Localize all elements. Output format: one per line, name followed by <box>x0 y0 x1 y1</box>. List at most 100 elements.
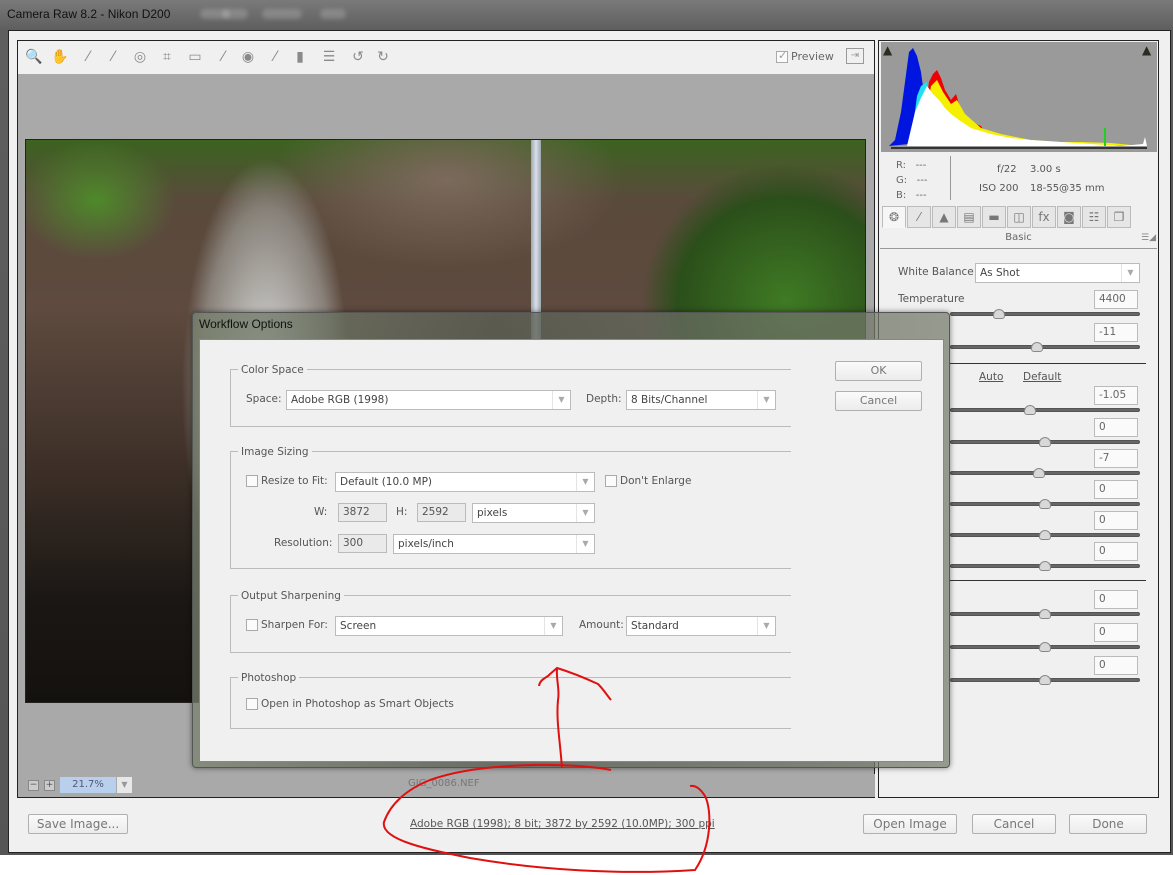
contrast-value-field[interactable]: 0 <box>1094 418 1138 437</box>
height-field[interactable]: 2592 <box>417 503 466 522</box>
sharpen-for-select[interactable]: Screen ▼ <box>335 616 563 636</box>
red-eye-removal-tool-icon[interactable]: ◉ <box>239 48 257 66</box>
clarity-value-field[interactable]: 0 <box>1094 590 1138 609</box>
blacks-slider-thumb[interactable] <box>1039 561 1051 571</box>
exposure-slider-thumb[interactable] <box>1023 405 1036 415</box>
tab-tone-curve[interactable]: ⁄ <box>907 206 931 228</box>
color-sampler-tool-icon[interactable]: ⁄ <box>104 48 122 66</box>
tint-value-field[interactable]: -11 <box>1094 323 1138 342</box>
tab-presets[interactable]: ☷ <box>1082 206 1106 228</box>
chevron-down-icon: ▼ <box>757 391 775 409</box>
highlight-clipping-icon[interactable]: ▲ <box>1142 44 1156 56</box>
default-link[interactable]: Default <box>1023 371 1061 383</box>
exposure-value-field[interactable]: -1.05 <box>1094 386 1138 405</box>
tab-hsl-grayscale[interactable]: ▤ <box>957 206 981 228</box>
whites-slider-thumb[interactable] <box>1039 530 1051 540</box>
chevron-down-icon: ▼ <box>757 617 775 635</box>
tab-detail[interactable]: ▲ <box>932 206 956 228</box>
temperature-value-field[interactable]: 4400 <box>1094 290 1138 309</box>
hand-tool-icon[interactable]: ✋ <box>51 48 69 66</box>
zoom-dropdown-icon[interactable]: ▼ <box>117 777 132 793</box>
shutter-speed: 3.00 s <box>1030 164 1061 175</box>
adjustment-brush-tool-icon[interactable]: ⁄ <box>266 48 284 66</box>
dont-enlarge-checkbox[interactable] <box>605 475 617 487</box>
g-value: --- <box>916 175 928 186</box>
targeted-adjustment-tool-icon[interactable]: ◎ <box>131 48 149 66</box>
preview-checkbox[interactable] <box>776 49 788 63</box>
chevron-down-icon: ▼ <box>544 617 562 635</box>
panel-tabs: ❂ ⁄ ▲ ▤ ▬ ◫ fx ◙ ☷ ❐ <box>882 206 1152 230</box>
preferences-tool-icon[interactable]: ☰ <box>320 48 338 66</box>
tint-slider-thumb[interactable] <box>1031 342 1044 352</box>
amount-label: Amount: <box>579 619 624 631</box>
shadows-value-field[interactable]: 0 <box>1094 480 1138 499</box>
fullscreen-toggle-icon[interactable]: ⇥ <box>846 48 864 64</box>
workflow-options-link[interactable]: Adobe RGB (1998); 8 bit; 3872 by 2592 (1… <box>410 818 715 830</box>
tab-basic[interactable]: ❂ <box>882 206 906 228</box>
dont-enlarge-label: Don't Enlarge <box>620 475 692 487</box>
vibrance-slider-thumb[interactable] <box>1039 642 1051 652</box>
width-label: W: <box>314 506 328 518</box>
saturation-value-field[interactable]: 0 <box>1094 656 1138 675</box>
rgb-readout: R: --- G: --- B: --- <box>896 158 928 203</box>
white-balance-label: White Balance: <box>898 266 978 278</box>
zoom-level[interactable]: 21.7% <box>60 777 116 793</box>
size-units-select[interactable]: pixels ▼ <box>472 503 595 523</box>
contrast-slider-thumb[interactable] <box>1039 437 1051 447</box>
smart-objects-checkbox[interactable] <box>246 698 258 710</box>
tab-snapshots[interactable]: ❐ <box>1107 206 1131 228</box>
r-value: --- <box>915 160 927 171</box>
chevron-down-icon: ▼ <box>576 504 594 522</box>
dialog-cancel-button[interactable]: Cancel <box>835 391 922 411</box>
shadow-clipping-icon[interactable]: ▲ <box>883 44 897 56</box>
clarity-slider-thumb[interactable] <box>1039 609 1051 619</box>
cancel-button[interactable]: Cancel <box>972 814 1056 834</box>
vibrance-value-field[interactable]: 0 <box>1094 623 1138 642</box>
tab-split-toning[interactable]: ▬ <box>982 206 1006 228</box>
ok-button[interactable]: OK <box>835 361 922 381</box>
tint-slider[interactable] <box>950 345 1140 349</box>
zoom-out-button[interactable]: − <box>28 780 39 791</box>
temperature-slider[interactable] <box>950 312 1140 316</box>
sharpen-for-checkbox[interactable] <box>246 619 258 631</box>
resolution-field[interactable]: 300 <box>338 534 387 553</box>
panel-menu-icon[interactable]: ☰◢ <box>1141 233 1156 243</box>
space-select[interactable]: Adobe RGB (1998) ▼ <box>286 390 571 410</box>
exposure-slider[interactable] <box>950 408 1140 412</box>
shadows-slider-thumb[interactable] <box>1039 499 1051 509</box>
tab-lens-corrections[interactable]: ◫ <box>1007 206 1031 228</box>
spot-removal-tool-icon[interactable]: ⁄ <box>214 48 232 66</box>
depth-value: 8 Bits/Channel <box>631 394 708 406</box>
graduated-filter-tool-icon[interactable]: ▮ <box>291 48 309 66</box>
open-image-button[interactable]: Open Image <box>863 814 957 834</box>
zoom-tool-icon[interactable]: 🔍 <box>25 48 43 66</box>
preview-toggle[interactable]: Preview <box>776 49 834 63</box>
resolution-units-select[interactable]: pixels/inch ▼ <box>393 534 595 554</box>
zoom-in-button[interactable]: + <box>44 780 55 791</box>
highlights-slider-thumb[interactable] <box>1033 468 1046 478</box>
resize-to-fit-select[interactable]: Default (10.0 MP) ▼ <box>335 472 595 492</box>
tab-camera-calibration[interactable]: ◙ <box>1057 206 1081 228</box>
tab-effects[interactable]: fx <box>1032 206 1056 228</box>
resize-to-fit-checkbox[interactable] <box>246 475 258 487</box>
white-balance-tool-icon[interactable]: ⁄ <box>79 48 97 66</box>
saturation-slider-thumb[interactable] <box>1039 675 1051 685</box>
amount-select[interactable]: Standard ▼ <box>626 616 776 636</box>
whites-value-field[interactable]: 0 <box>1094 511 1138 530</box>
rotate-ccw-tool-icon[interactable]: ↺ <box>349 48 367 66</box>
temperature-slider-thumb[interactable] <box>993 309 1006 319</box>
save-image-button[interactable]: Save Image... <box>28 814 128 834</box>
crop-tool-icon[interactable]: ⌗ <box>158 48 176 66</box>
width-field[interactable]: 3872 <box>338 503 387 522</box>
auto-link[interactable]: Auto <box>979 371 1003 383</box>
birch-tree <box>531 140 541 340</box>
image-sizing-group-label: Image Sizing <box>238 446 312 458</box>
white-balance-select[interactable]: As Shot ▼ <box>975 263 1140 283</box>
done-button[interactable]: Done <box>1069 814 1147 834</box>
r-label: R: <box>896 160 907 171</box>
blacks-value-field[interactable]: 0 <box>1094 542 1138 561</box>
straighten-tool-icon[interactable]: ▭ <box>186 48 204 66</box>
highlights-value-field[interactable]: -7 <box>1094 449 1138 468</box>
depth-select[interactable]: 8 Bits/Channel ▼ <box>626 390 776 410</box>
rotate-cw-tool-icon[interactable]: ↻ <box>374 48 392 66</box>
